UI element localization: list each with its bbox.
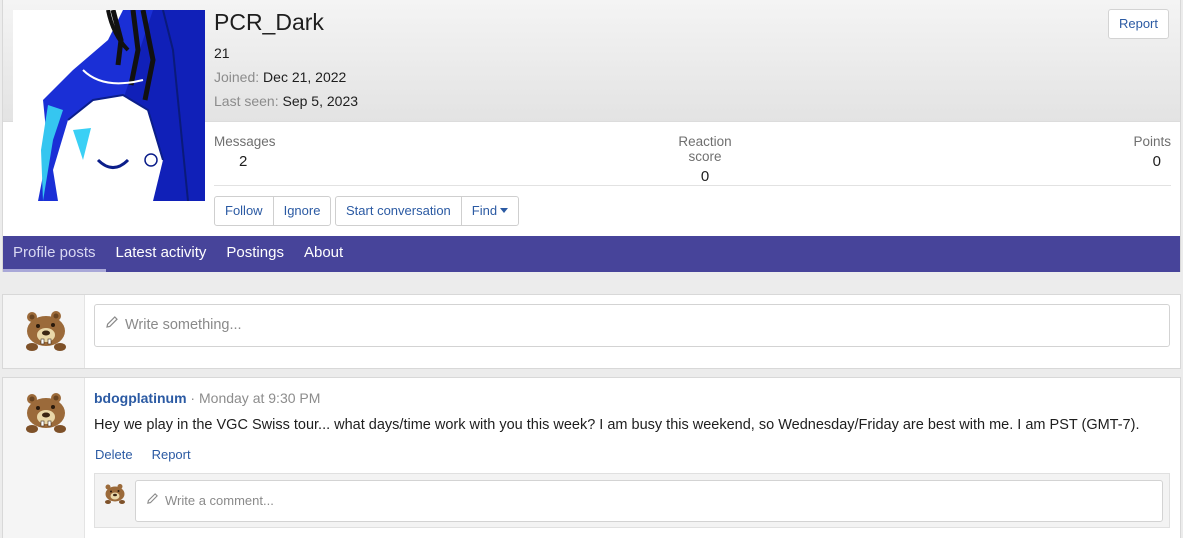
stat-points-label: Points — [1133, 134, 1171, 149]
profile-header: PCR_Dark 21 Joined: Dec 21, 2022 Last se… — [2, 0, 1181, 272]
last-seen-value: Sep 5, 2023 — [282, 93, 359, 109]
profile-tabs: Profile posts Latest activity Postings A… — [3, 236, 1180, 272]
profile-post-composer: Write something... — [2, 294, 1181, 369]
follow-button[interactable]: Follow — [215, 197, 273, 225]
write-comment-input[interactable]: Write a comment... — [135, 480, 1163, 522]
conversation-find-group: Start conversation Find — [335, 196, 520, 226]
caret-down-icon — [500, 208, 509, 214]
bear-pokemon-avatar-icon — [105, 484, 125, 504]
write-something-input[interactable]: Write something... — [94, 304, 1170, 347]
post-actions: Delete Report — [95, 447, 191, 462]
pencil-icon — [105, 305, 119, 346]
profile-user-title: 21 — [214, 45, 230, 61]
profile-joined: Joined: Dec 21, 2022 — [214, 69, 346, 85]
profile-username: PCR_Dark — [214, 9, 324, 35]
joined-value: Dec 21, 2022 — [263, 69, 347, 85]
comment-area: Write a comment... — [94, 473, 1170, 528]
write-something-placeholder: Write something... — [125, 317, 242, 333]
post-header: bdogplatinum · Monday at 9:30 PM — [94, 390, 320, 406]
profile-avatar[interactable] — [13, 10, 205, 201]
stat-points[interactable]: Points 0 — [1133, 134, 1171, 170]
find-menu-button[interactable]: Find — [460, 197, 518, 225]
write-comment-placeholder: Write a comment... — [165, 493, 274, 508]
post-avatar-column — [3, 378, 85, 538]
tab-about[interactable]: About — [294, 236, 353, 272]
stat-reaction-value: 0 — [700, 168, 710, 185]
stat-reaction-label: Reaction score — [678, 134, 732, 164]
last-seen-label: Last seen: — [214, 93, 279, 109]
post-body: Hey we play in the VGC Swiss tour... wha… — [94, 417, 1140, 433]
tab-postings[interactable]: Postings — [216, 236, 294, 272]
profile-last-seen: Last seen: Sep 5, 2023 — [214, 93, 358, 109]
start-conversation-button[interactable]: Start conversation — [336, 197, 461, 225]
report-post-link[interactable]: Report — [152, 447, 191, 462]
ignore-button[interactable]: Ignore — [272, 197, 331, 225]
find-label: Find — [471, 203, 498, 218]
stat-messages[interactable]: Messages 2 — [214, 134, 276, 170]
tab-profile-posts[interactable]: Profile posts — [3, 236, 106, 272]
anime-character-avatar-icon — [13, 10, 205, 201]
post-author-link[interactable]: bdogplatinum — [94, 390, 187, 406]
profile-stats: Messages 2 Reaction score 0 Points 0 — [214, 134, 1171, 186]
pencil-icon — [146, 481, 159, 521]
stat-points-value[interactable]: 0 — [1133, 153, 1171, 170]
bear-pokemon-avatar-icon[interactable] — [20, 387, 68, 435]
follow-ignore-group: Follow Ignore — [214, 196, 332, 226]
stat-messages-label: Messages — [214, 134, 276, 149]
report-profile-button[interactable]: Report — [1107, 9, 1169, 39]
post-separator: · — [186, 390, 199, 406]
joined-label: Joined: — [214, 69, 260, 85]
composer-avatar-column — [3, 295, 85, 368]
profile-post: bdogplatinum · Monday at 9:30 PM Hey we … — [2, 377, 1181, 538]
stat-messages-value[interactable]: 2 — [214, 153, 276, 170]
delete-post-link[interactable]: Delete — [95, 447, 133, 462]
tab-latest-activity[interactable]: Latest activity — [106, 236, 217, 272]
stat-reaction-score: Reaction score 0 — [660, 134, 750, 185]
bear-pokemon-avatar-icon[interactable] — [20, 305, 68, 353]
post-time[interactable]: Monday at 9:30 PM — [199, 390, 320, 406]
